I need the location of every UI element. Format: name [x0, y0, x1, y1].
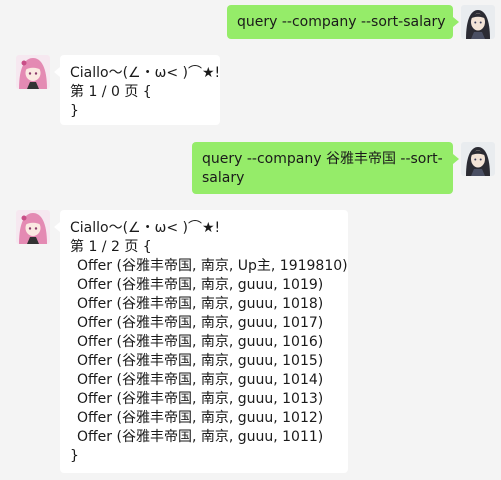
offer-line: Offer (谷雅丰帝国, 南京, guuu, 1015): [77, 353, 324, 369]
offer-line: Offer (谷雅丰帝国, 南京, guuu, 1018): [77, 296, 324, 312]
outgoing-message-bubble[interactable]: query --company 谷雅丰帝国 --sort- salary: [192, 142, 453, 194]
offer-line: Offer (谷雅丰帝国, 南京, guuu, 1014): [77, 372, 324, 388]
message-line: Ciallo～(∠・ω< )⌒★!: [70, 65, 221, 81]
offer-line: Offer (谷雅丰帝国, 南京, guuu, 1017): [77, 315, 324, 331]
incoming-message-bubble[interactable]: Ciallo～(∠・ω< )⌒★! 第 1 / 2 页 { Offer (谷雅丰…: [60, 210, 348, 473]
incoming-message-bubble[interactable]: Ciallo～(∠・ω< )⌒★! 第 1 / 0 页 { }: [60, 55, 220, 125]
message-line: 第 1 / 0 页 {: [70, 84, 152, 100]
message-line: 第 1 / 2 页 {: [70, 239, 152, 255]
chat-window: query --company --sort-salary Ciallo～(∠・…: [0, 0, 501, 480]
offer-line: Offer (谷雅丰帝国, 南京, guuu, 1013): [77, 391, 324, 407]
bot-avatar-icon[interactable]: [16, 55, 50, 89]
message-line: salary: [202, 170, 245, 186]
user-avatar-icon[interactable]: [461, 5, 495, 39]
outgoing-message-bubble[interactable]: query --company --sort-salary: [227, 5, 453, 39]
offer-line: Offer (谷雅丰帝国, 南京, guuu, 1011): [77, 429, 324, 445]
message-line: query --company 谷雅丰帝国 --sort-: [202, 151, 443, 167]
offer-line: Offer (谷雅丰帝国, 南京, Up主, 1919810): [77, 258, 348, 274]
offer-line: Offer (谷雅丰帝国, 南京, guuu, 1016): [77, 334, 324, 350]
message-line: Ciallo～(∠・ω< )⌒★!: [70, 220, 221, 236]
user-avatar-icon[interactable]: [461, 142, 495, 176]
bubble-tail: [453, 154, 459, 164]
message-line: }: [70, 103, 79, 119]
bot-avatar-icon[interactable]: [16, 210, 50, 244]
offer-line: Offer (谷雅丰帝国, 南京, guuu, 1019): [77, 277, 324, 293]
bubble-tail: [453, 17, 459, 27]
offer-line: Offer (谷雅丰帝国, 南京, guuu, 1012): [77, 410, 324, 426]
message-line: }: [70, 448, 79, 464]
message-text: query --company --sort-salary: [237, 14, 446, 30]
